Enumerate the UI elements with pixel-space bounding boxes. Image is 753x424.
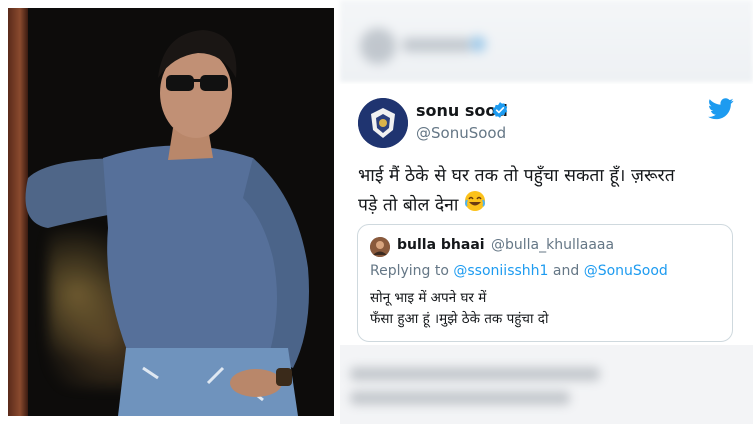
replying-to-line: Replying to @ssoniisshh1 and @SonuSood: [370, 263, 668, 279]
blurred-next-tweet: [340, 345, 753, 424]
tweet-text-line-1: भाई मैं ठेके से घर तक तो पहुँचा सकता हूँ…: [358, 166, 675, 186]
profile-avatar[interactable]: [358, 98, 408, 148]
quoted-user-handle[interactable]: @bulla_khullaaaa: [491, 237, 614, 253]
quoted-tweet-body: सोनू भाइ में अपने घर में फँसा हुआ हूं ।म…: [370, 288, 548, 330]
man-figure: [25, 30, 309, 416]
twitter-bird-icon[interactable]: [708, 98, 734, 120]
quoted-tweet[interactable]: bulla bhaai @bulla_khullaaaa Replying to…: [357, 224, 733, 342]
tweet-screenshot-panel: sonu sood @SonuSood भाई मैं ठेके से घर त…: [340, 0, 753, 424]
celebrity-photo: [8, 8, 334, 416]
quoted-avatar[interactable]: [370, 237, 390, 257]
quoted-text-line-2: फँसा हुआ हूं ।मुझे ठेके तक पहुंचा दो: [370, 311, 549, 327]
tweet-card: sonu sood @SonuSood भाई मैं ठेके से घर त…: [340, 84, 753, 344]
replying-and: and: [548, 263, 584, 279]
user-handle[interactable]: @SonuSood: [416, 124, 506, 142]
laughing-emoji-icon: [464, 190, 486, 221]
mention-link[interactable]: @ssoniisshh1: [453, 263, 548, 279]
tweet-body: भाई मैं ठेके से घर तक तो पहुँचा सकता हूँ…: [358, 162, 738, 221]
replying-prefix: Replying to: [370, 263, 454, 279]
quoted-display-name[interactable]: bulla bhaai: [397, 237, 485, 253]
blurred-previous-tweet: [340, 0, 753, 82]
tweet-text-line-2: पड़े तो बोल देना: [358, 195, 459, 216]
verified-badge-icon: [491, 101, 509, 119]
mention-link[interactable]: @SonuSood: [584, 263, 668, 279]
quoted-text-line-1: सोनू भाइ में अपने घर में: [370, 290, 487, 306]
